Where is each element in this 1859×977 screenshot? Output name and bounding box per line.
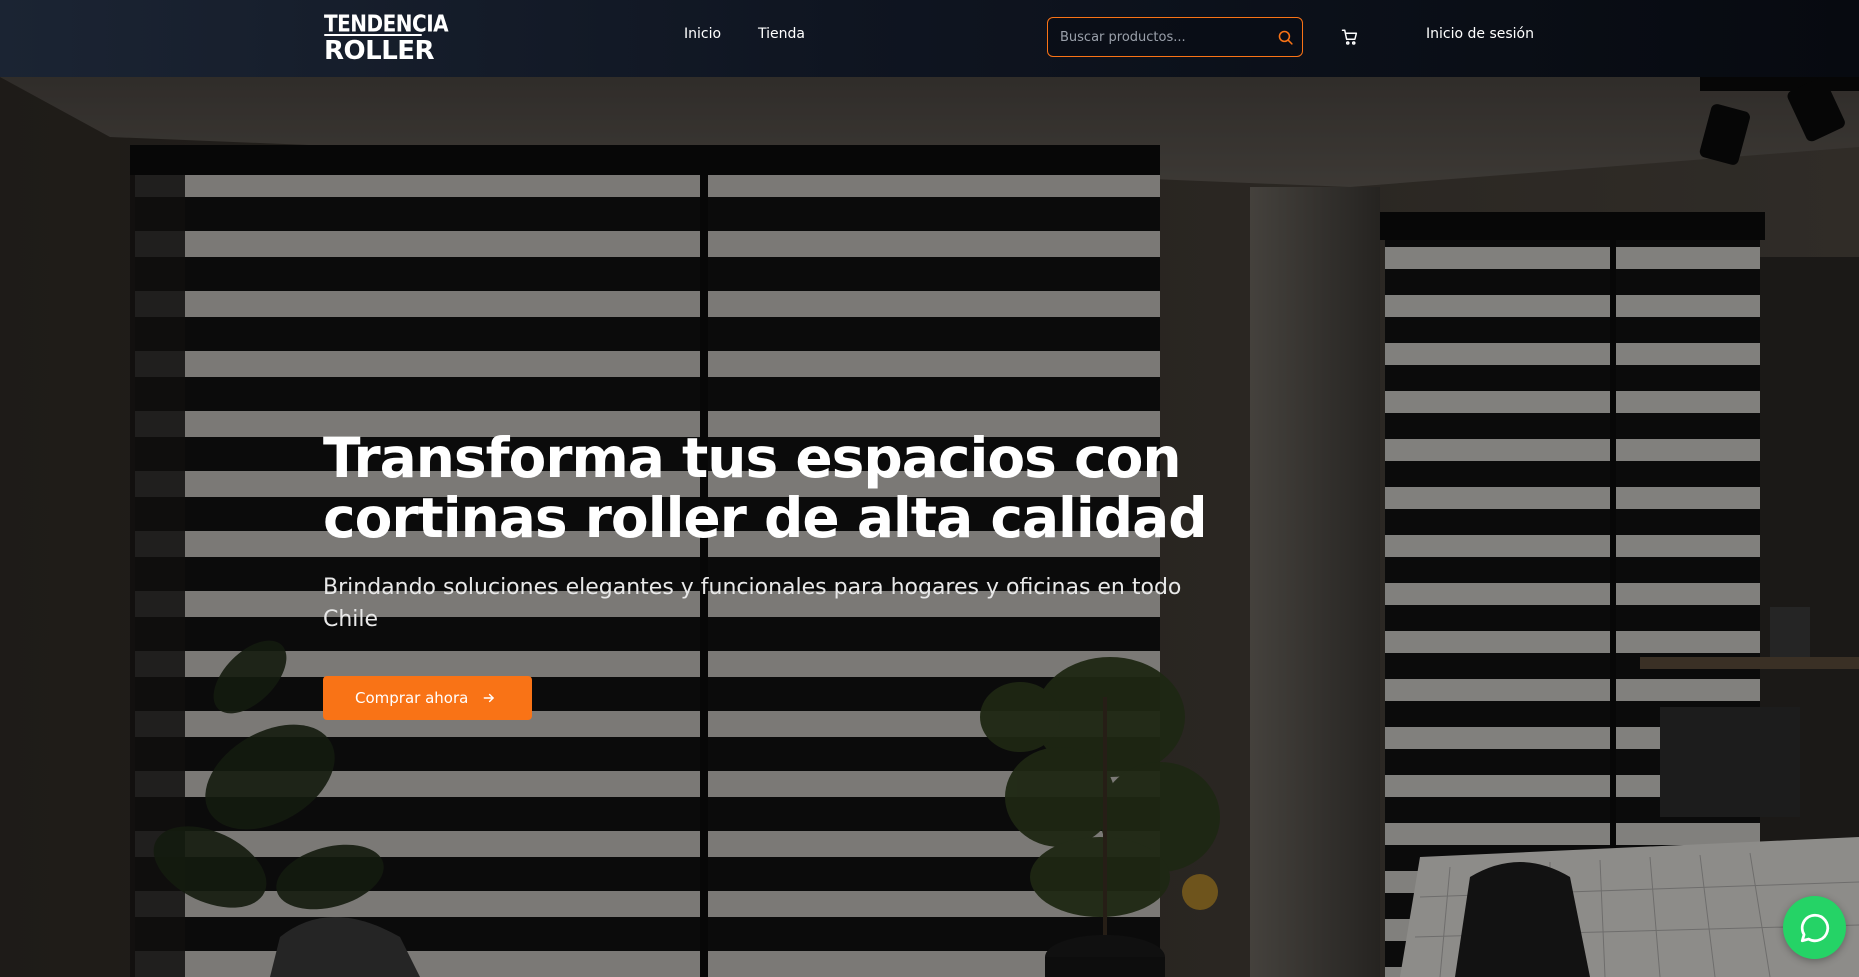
hero-title: Transforma tus espacios con cortinas rol… (323, 426, 1208, 550)
whatsapp-button[interactable] (1783, 896, 1846, 959)
cart-icon[interactable] (1341, 28, 1361, 46)
logo[interactable]: TENDENCIA ROLLER (324, 9, 449, 66)
logo-line1: TENDENCIA (324, 9, 449, 38)
shop-now-button[interactable]: Comprar ahora (323, 676, 532, 720)
shop-now-label: Comprar ahora (355, 689, 469, 707)
arrow-right-icon (483, 693, 495, 703)
nav-inicio[interactable]: Inicio (684, 26, 721, 42)
logo-line2: ROLLER (324, 34, 435, 66)
hero-section: Transforma tus espacios con cortinas rol… (0, 77, 1859, 977)
nav-tienda[interactable]: Tienda (758, 26, 805, 42)
search-box (1047, 17, 1303, 57)
search-input[interactable] (1048, 18, 1268, 56)
login-link[interactable]: Inicio de sesión (1426, 26, 1534, 42)
whatsapp-icon (1800, 913, 1829, 942)
search-icon[interactable] (1268, 18, 1302, 56)
site-header: TENDENCIA ROLLER Inicio Tienda Inicio de… (0, 0, 1859, 77)
hero-subtitle: Brindando soluciones elegantes y funcion… (323, 575, 1182, 632)
